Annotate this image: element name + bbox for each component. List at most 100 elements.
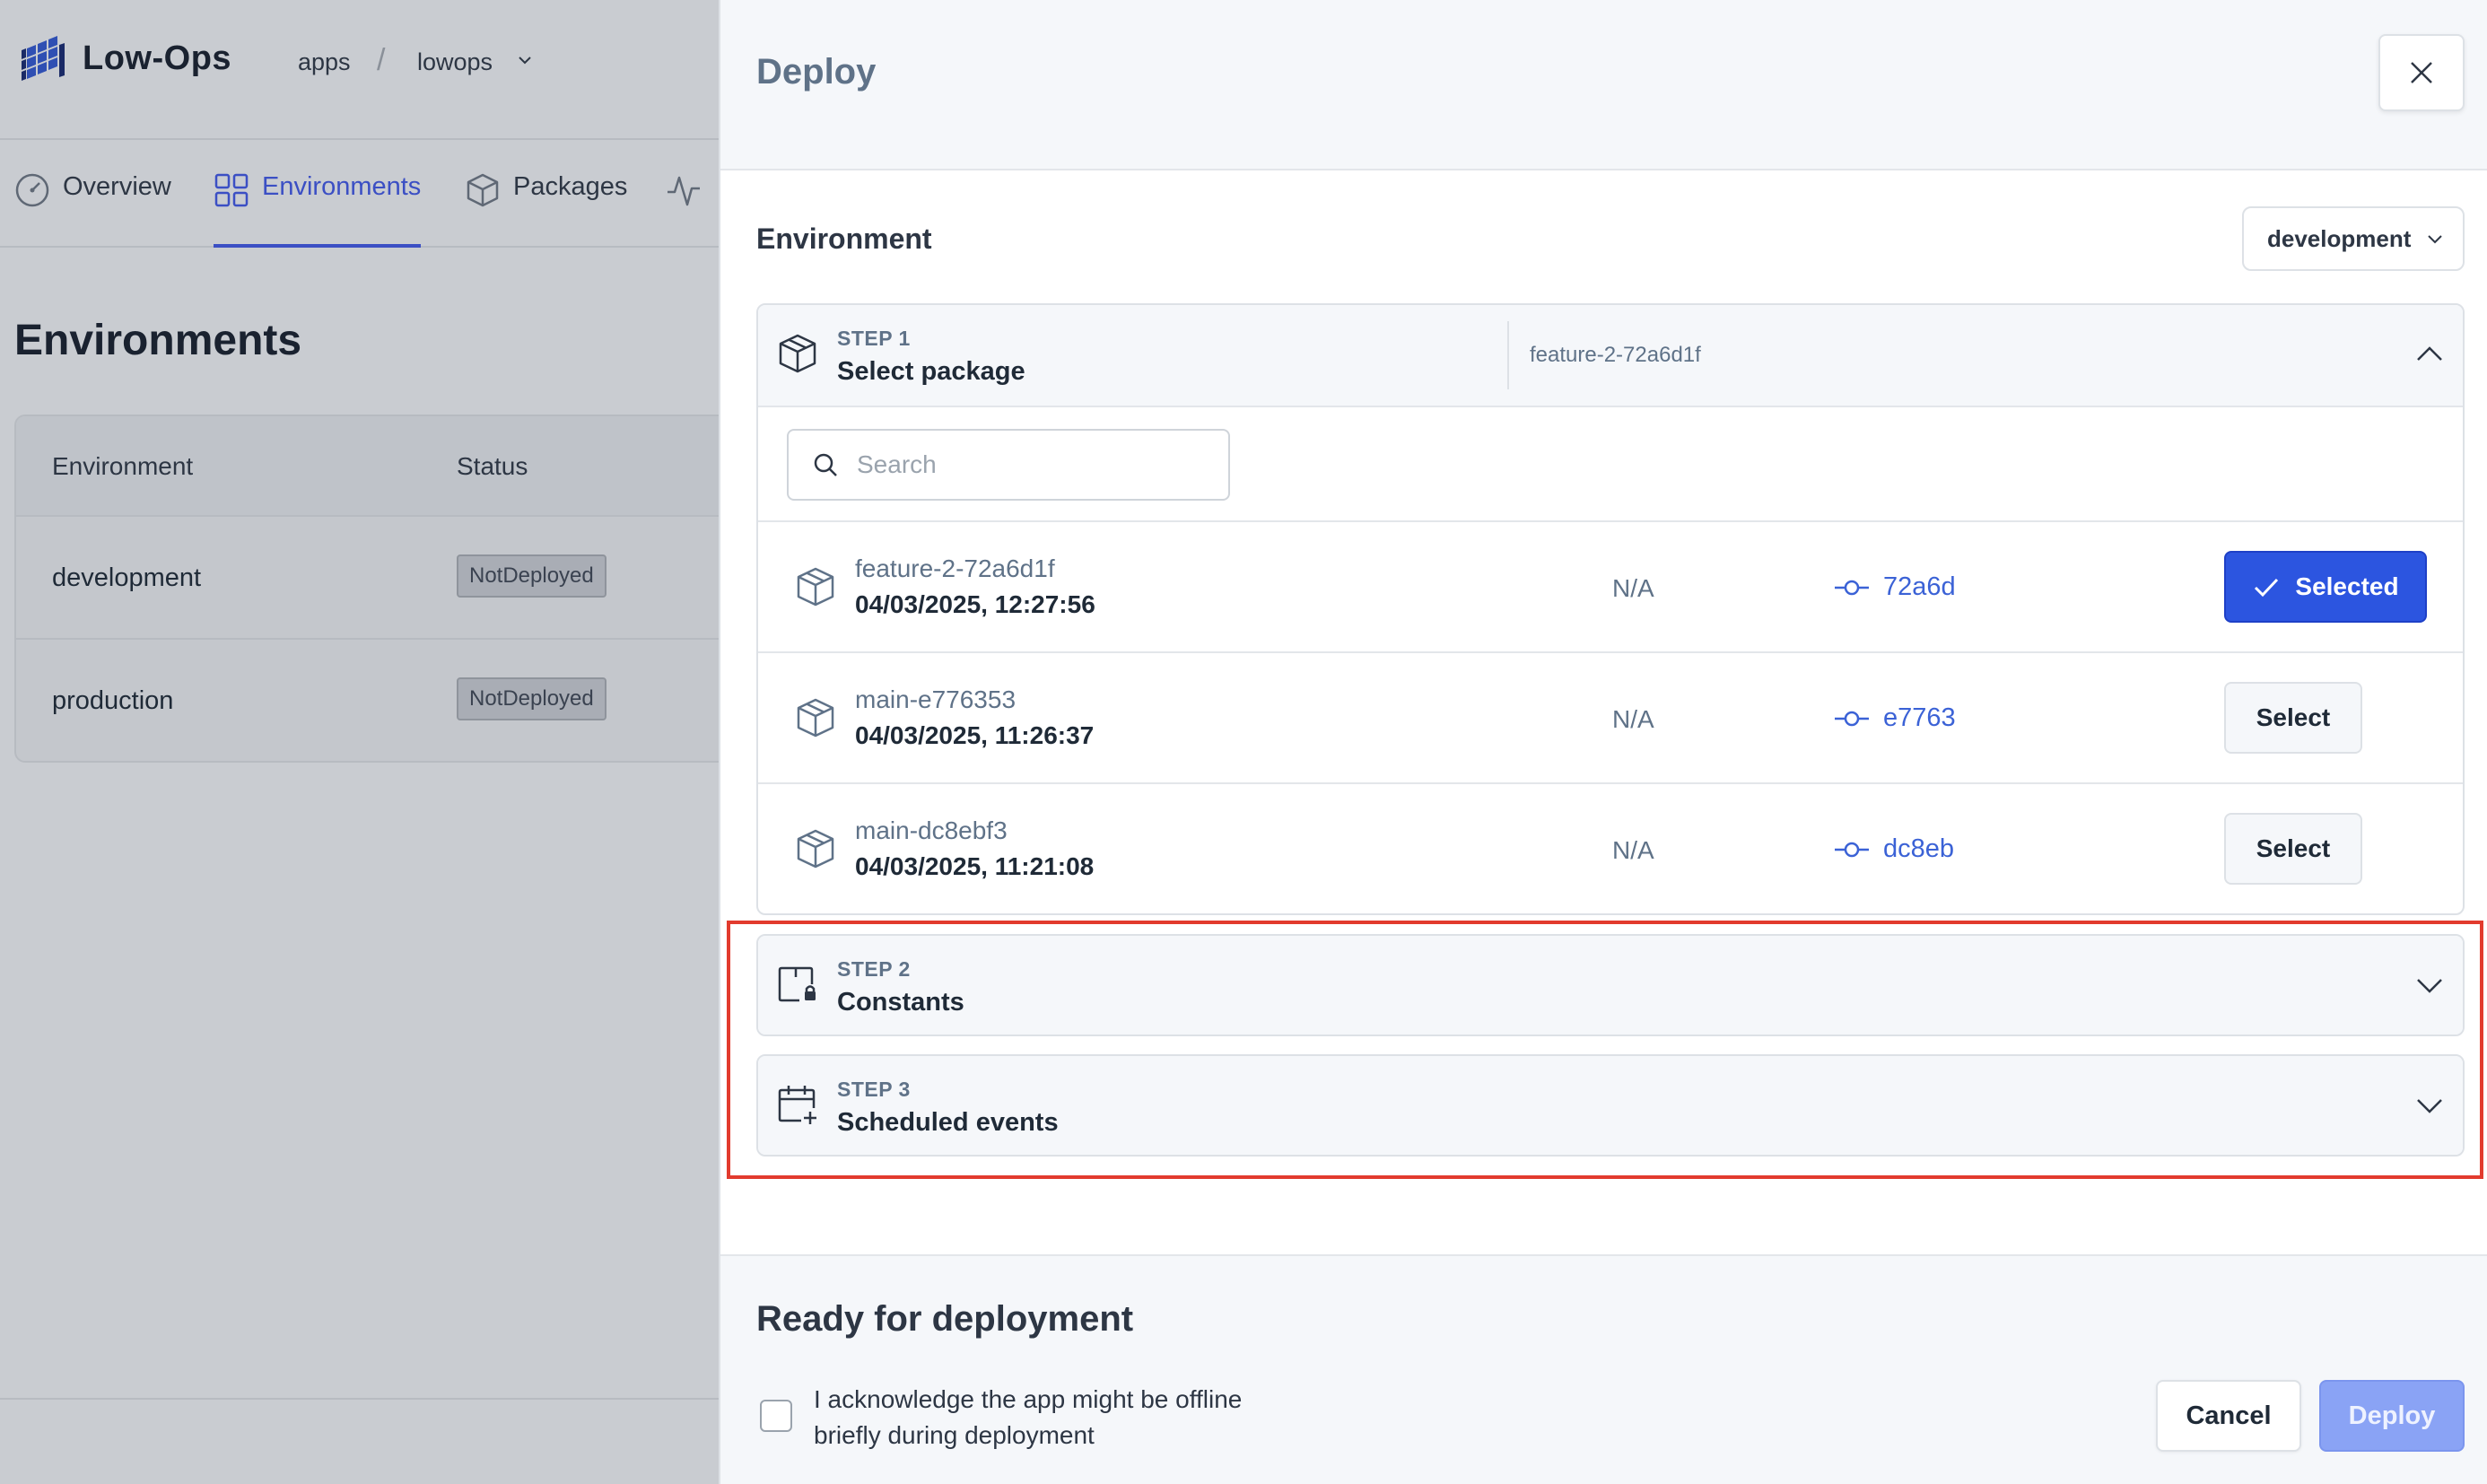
search-input[interactable]: [857, 450, 1216, 479]
package-icon: [467, 173, 499, 207]
column-header-status: Status: [457, 452, 528, 480]
package-row[interactable]: main-e776353 04/03/2025, 11:26:37 N/A e7…: [758, 653, 2463, 784]
drawer-header: Deploy: [720, 0, 2487, 170]
tab-environments[interactable]: Environments: [214, 172, 422, 248]
commit-icon: [1835, 711, 1869, 726]
step-number: STEP 1: [837, 327, 911, 350]
step-scheduled-events[interactable]: STEP 3 Scheduled events: [756, 1054, 2465, 1157]
gauge-icon: [15, 173, 49, 207]
step-header[interactable]: STEP 1 Select package feature-2-72a6d1f: [758, 305, 2463, 406]
environments-table: Environment Status development NotDeploy…: [14, 415, 719, 763]
package-icon: [779, 334, 816, 373]
app-tabs: Overview Environments Packages: [0, 140, 719, 248]
grid-icon: [214, 173, 249, 207]
chevron-down-icon[interactable]: [2414, 970, 2445, 1000]
divider: [1507, 321, 1509, 389]
low-ops-logo-icon: [22, 36, 65, 81]
check-icon: [2255, 578, 2279, 598]
chevron-down-icon[interactable]: [2414, 1090, 2445, 1121]
status-badge: NotDeployed: [457, 554, 606, 598]
table-header: Environment Status: [16, 416, 719, 517]
commit-icon: [1835, 580, 1869, 595]
commit-icon: [1835, 842, 1869, 857]
commit-link[interactable]: 72a6d: [1835, 572, 1956, 602]
package-date: 04/03/2025, 11:26:37: [855, 721, 1095, 749]
package-icon: [797, 567, 834, 607]
commit-link[interactable]: e7763: [1835, 703, 1956, 733]
step-constants[interactable]: STEP 2 Constants: [756, 934, 2465, 1036]
environment-name: development: [52, 563, 202, 592]
step-select-package: STEP 1 Select package feature-2-72a6d1f …: [756, 303, 2465, 915]
environment-select-value: development: [2267, 224, 2412, 252]
package-row[interactable]: main-dc8ebf3 04/03/2025, 11:21:08 N/A dc…: [758, 784, 2463, 913]
selected-button[interactable]: Selected: [2224, 551, 2427, 623]
deploy-button[interactable]: Deploy: [2319, 1380, 2465, 1452]
background-app: Low-Ops apps / lowops Overview Environme…: [0, 0, 719, 1484]
step-number: STEP 3: [837, 1078, 911, 1101]
step-header[interactable]: STEP 3 Scheduled events: [758, 1056, 2463, 1155]
breadcrumb-separator: /: [377, 43, 386, 77]
package-icon: [797, 698, 834, 738]
package-name: main-e776353: [855, 685, 1017, 713]
tab-label: Overview: [63, 172, 171, 201]
tab-overview[interactable]: Overview: [14, 172, 171, 248]
commit-hash: dc8eb: [1883, 834, 1955, 863]
close-icon: [2411, 62, 2432, 83]
tab-activity[interactable]: [666, 172, 702, 248]
commit-link[interactable]: dc8eb: [1835, 834, 1954, 864]
lock-icon: [778, 966, 816, 1002]
top-bar: Low-Ops apps / lowops: [0, 0, 719, 140]
select-button[interactable]: Select: [2224, 682, 2362, 754]
step-title: Constants: [837, 988, 964, 1017]
brand-name: Low-Ops: [83, 39, 232, 77]
page-title: Environments: [14, 317, 302, 364]
package-name: main-dc8ebf3: [855, 816, 1008, 844]
search-row: [758, 406, 2463, 522]
package-name: feature-2-72a6d1f: [855, 554, 1055, 582]
tab-label: Environments: [262, 172, 422, 201]
table-row[interactable]: production NotDeployed: [16, 640, 719, 761]
acknowledge-checkbox[interactable]: [760, 1400, 792, 1432]
tab-label: Packages: [513, 172, 628, 201]
environment-label: Environment: [756, 223, 932, 255]
selected-package-value: feature-2-72a6d1f: [1530, 343, 1701, 367]
drawer-footer: Ready for deployment I acknowledge the a…: [720, 1254, 2487, 1484]
activity-icon: [668, 176, 700, 206]
search-box[interactable]: [787, 429, 1230, 501]
step-number: STEP 2: [837, 957, 911, 981]
package-na: N/A: [1612, 705, 1654, 733]
package-icon: [797, 829, 834, 869]
commit-hash: e7763: [1883, 703, 1956, 732]
column-header-environment: Environment: [52, 452, 194, 480]
chevron-down-icon: [2428, 235, 2443, 244]
environment-select[interactable]: development: [2242, 206, 2465, 271]
step-title: Select package: [837, 357, 1025, 386]
breadcrumb-app-name[interactable]: lowops: [417, 48, 493, 76]
select-button[interactable]: Select: [2224, 813, 2362, 885]
ready-title: Ready for deployment: [756, 1299, 1134, 1339]
step-title: Scheduled events: [837, 1108, 1059, 1137]
acknowledge-label[interactable]: I acknowledge the app might be offline b…: [814, 1382, 1280, 1453]
button-label: Selected: [2295, 572, 2399, 600]
calendar-plus-icon: [778, 1086, 816, 1124]
status-badge: NotDeployed: [457, 677, 606, 720]
deploy-drawer: Deploy Environment development STEP 1 Se…: [719, 0, 2487, 1484]
breadcrumb-apps[interactable]: apps: [298, 48, 351, 76]
environment-name: production: [52, 686, 174, 715]
close-button[interactable]: [2378, 34, 2465, 111]
search-icon: [814, 453, 837, 476]
cancel-button[interactable]: Cancel: [2156, 1380, 2301, 1452]
drawer-title: Deploy: [756, 52, 877, 92]
package-date: 04/03/2025, 12:27:56: [855, 590, 1095, 618]
commit-hash: 72a6d: [1883, 572, 1956, 601]
chevron-up-icon[interactable]: [2414, 339, 2445, 370]
chevron-down-icon[interactable]: [515, 50, 535, 70]
table-row[interactable]: development NotDeployed: [16, 517, 719, 640]
divider: [0, 1398, 719, 1400]
package-na: N/A: [1612, 574, 1654, 602]
tab-packages[interactable]: Packages: [465, 172, 627, 248]
step-header[interactable]: STEP 2 Constants: [758, 936, 2463, 1034]
package-date: 04/03/2025, 11:21:08: [855, 852, 1095, 880]
package-na: N/A: [1612, 836, 1654, 864]
package-row[interactable]: feature-2-72a6d1f 04/03/2025, 12:27:56 N…: [758, 522, 2463, 653]
